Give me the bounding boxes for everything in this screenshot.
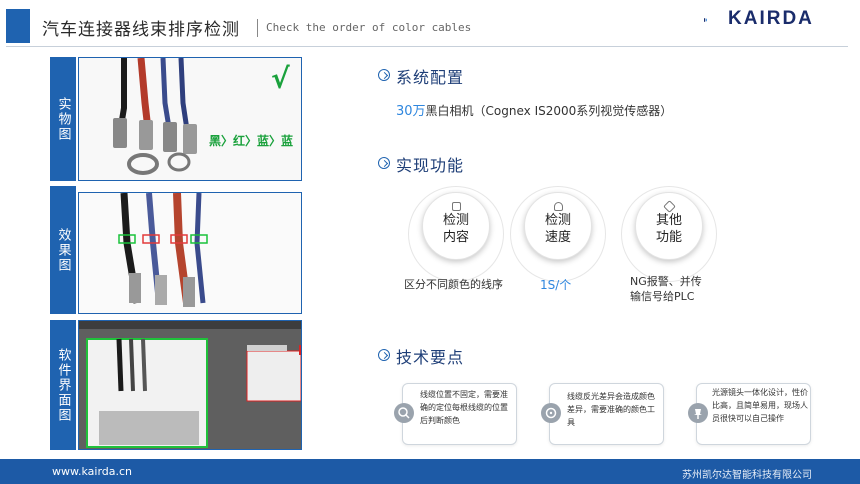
software-screenshot <box>79 321 301 449</box>
rocket-icon <box>553 202 563 211</box>
page-title: 汽车连接器线束排序检测 <box>42 20 240 40</box>
function-title: 实现功能 <box>396 156 465 175</box>
config-bullet-icon <box>378 69 390 81</box>
header-divider <box>257 19 258 37</box>
tech-card-2-text: 线缆反光差异会造成颜色差异，需要准确的颜色工具 <box>567 392 655 427</box>
cube-icon <box>662 200 676 213</box>
tech-title: 技术要点 <box>396 348 465 367</box>
config-highlight: 30万 <box>396 104 426 119</box>
color-order-text: 黑〉红〉蓝〉蓝 <box>209 134 294 148</box>
content-icon <box>451 202 461 211</box>
ok-check-mark: √ <box>271 62 290 95</box>
config-title: 系统配置 <box>396 68 465 87</box>
header-accent-bar <box>6 9 30 43</box>
search-icon <box>394 403 414 423</box>
effect-image <box>78 192 302 314</box>
tab-software-ui: 软件界面图 <box>50 320 76 450</box>
page-subtitle: Check the order of color cables <box>266 21 472 34</box>
function-desc-other: NG报警、并传 输信号给PLC <box>630 275 702 303</box>
cable-inspection-overlay <box>79 193 301 313</box>
tech-bullet-icon <box>378 349 390 361</box>
kairda-logo-icon <box>704 18 707 22</box>
footer-company: 苏州凯尔达智能科技有限公司 <box>682 470 812 481</box>
target-icon <box>541 403 561 423</box>
tab-effect-image: 效果图 <box>50 186 76 314</box>
logo-text: KAIRDA <box>728 8 814 29</box>
tech-card-1-text: 线缆位置不固定，需要准确的定位每根线缆的位置后判断颜色 <box>420 390 508 425</box>
footer-website[interactable]: www.kairda.cn <box>52 465 132 478</box>
cable-photo <box>79 58 301 180</box>
tab-real-photo: 实物图 <box>50 57 76 181</box>
function-circle-content: 检测 内容 <box>422 192 490 260</box>
tech-card-3-text: 光源镜头一体化设计，性价比高，且简单易用，现场人员很快可以自己操作 <box>712 388 808 423</box>
function-desc-content: 区分不同颜色的线序 <box>404 278 503 291</box>
function-circle-speed: 检测 速度 <box>524 192 592 260</box>
function-desc-speed: 1S/个 <box>540 278 572 292</box>
config-detail: 黑白相机（Cognex IS2000系列视觉传感器） <box>425 104 673 118</box>
function-bullet-icon <box>378 157 390 169</box>
software-ui-image <box>78 320 302 450</box>
real-photo-image: √ 黑〉红〉蓝〉蓝 <box>78 57 302 181</box>
config-description: 30万黑白相机（Cognex IS2000系列视觉传感器） <box>396 100 672 119</box>
function-circle-other: 其他 功能 <box>635 192 703 260</box>
pin-icon <box>688 403 708 423</box>
header-rule <box>6 46 848 47</box>
